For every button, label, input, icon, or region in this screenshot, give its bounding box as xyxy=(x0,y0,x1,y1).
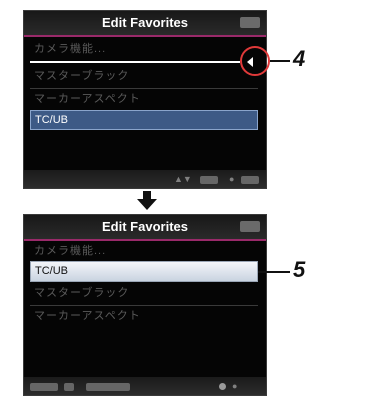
callout-number-4: 4 xyxy=(293,46,306,71)
bar-block-icon xyxy=(64,377,74,395)
bar-block-icon xyxy=(30,377,58,395)
bar-block-icon xyxy=(86,377,130,395)
title-icon-1 xyxy=(240,17,260,28)
callout-circle-highlight xyxy=(240,46,270,76)
set-button-icon xyxy=(219,377,226,395)
menu-item-2[interactable]: マスターブラック xyxy=(30,284,258,303)
menu-item-3[interactable]: マーカーアスペクト xyxy=(30,307,258,326)
down-arrow-icon xyxy=(137,191,157,210)
screen-title-1: Edit Favorites xyxy=(24,11,266,37)
menu-item-2[interactable]: マスターブラック xyxy=(30,67,258,86)
bar-block-icon xyxy=(241,170,259,188)
callout-leader-5 xyxy=(258,271,290,273)
screen-bottom-bar-1: ▲▼ ● xyxy=(24,170,266,188)
edit-favorites-screen-1: Edit Favorites カメラ機能... マスターブラック マーカーアスペ… xyxy=(23,10,267,189)
menu-item-1[interactable]: カメラ機能... xyxy=(30,40,258,59)
bar-block-icon xyxy=(200,170,218,188)
set-button-icon: ● xyxy=(229,174,235,184)
callout-number-5: 5 xyxy=(293,257,306,282)
menu-item-selected-tc-ub[interactable]: TC/UB xyxy=(30,261,258,282)
menu-item-3[interactable]: マーカーアスペクト xyxy=(30,90,258,109)
menu-item-selected-tc-ub[interactable]: TC/UB xyxy=(30,110,258,130)
row-divider xyxy=(30,88,258,89)
screen-title-2: Edit Favorites xyxy=(24,215,266,241)
menu-item-1[interactable]: カメラ機能... xyxy=(30,242,258,261)
screen-bottom-bar-2: ● xyxy=(24,377,266,395)
right-block-icon: ● xyxy=(232,381,238,391)
title-icon-2 xyxy=(240,221,260,232)
callout-leader-4 xyxy=(270,60,290,62)
up-down-arrows-icon: ▲▼ xyxy=(174,174,192,184)
edit-favorites-screen-2: Edit Favorites カメラ機能... TC/UB マスターブラック マ… xyxy=(23,214,267,396)
drag-position-line xyxy=(30,61,240,63)
row-divider xyxy=(30,305,258,306)
